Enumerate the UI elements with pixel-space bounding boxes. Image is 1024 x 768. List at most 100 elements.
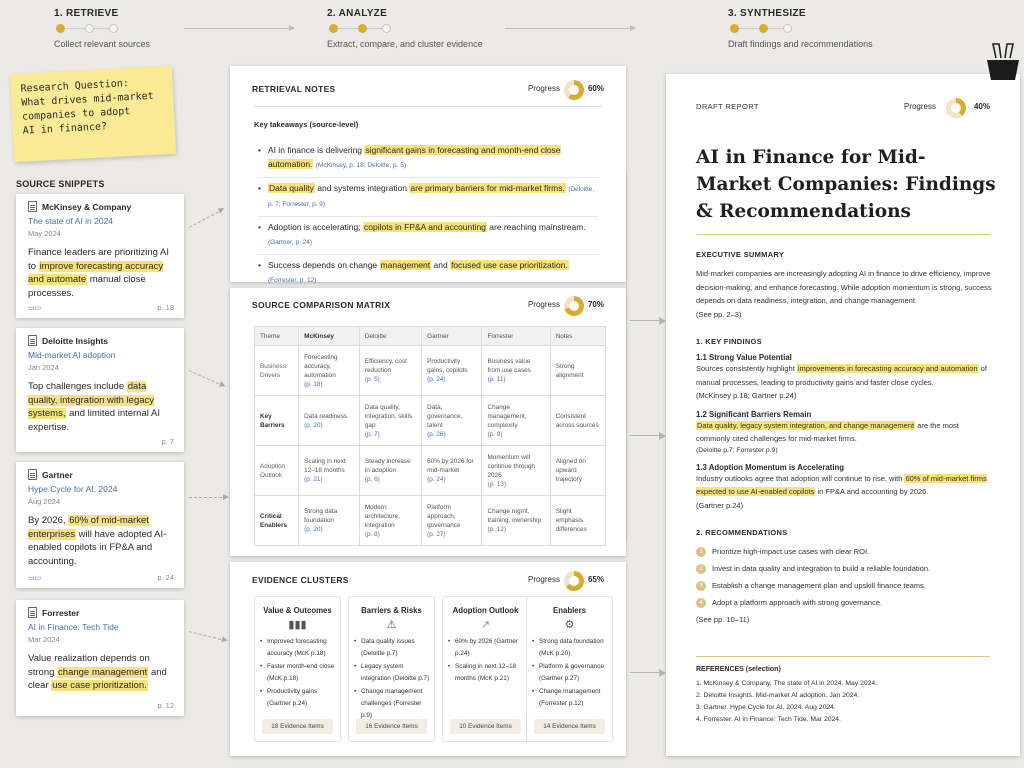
highlight: change management <box>57 666 149 678</box>
step-dot-filled <box>730 24 739 33</box>
snippet-card-gartner[interactable]: Gartner Hype Cycle for AI, 2024 Aug 2024… <box>16 462 184 588</box>
step-arrow <box>184 25 295 31</box>
snippet-source: Gartner <box>42 469 73 480</box>
list-item: Platform & governance (Gartner p.27) <box>532 661 608 685</box>
report-title: AI in Finance for Mid-Market Companies: … <box>696 147 996 222</box>
column-header: Theme <box>253 326 300 346</box>
snippet-title[interactable]: Mid-market AI adoption <box>28 350 175 360</box>
snippet-date: Aug 2024 <box>28 497 61 506</box>
divider <box>696 656 990 657</box>
cluster-title: Barriers & Risks <box>361 606 422 615</box>
table-row: Adoption Outlook Scaling in next 12–18 m… <box>253 445 607 496</box>
list-item: 3 Establish a change management plan and … <box>696 577 994 594</box>
snippet-card-deloitte[interactable]: Deloitte Insights Mid-market AI adoption… <box>16 328 184 452</box>
reference-item: 1. McKinsey & Company. The state of AI i… <box>696 680 878 687</box>
step-title: 2. ANALYZE <box>327 8 388 19</box>
retrieval-notes-panel: RETRIEVAL NOTES Progress 60% Key takeawa… <box>230 66 626 284</box>
dashed-arrow <box>188 631 226 642</box>
step-title: 1. RETRIEVE <box>54 8 119 19</box>
cluster-title: Adoption Outlook <box>452 606 519 615</box>
step-desc: Extract, compare, and cluster evidence <box>327 39 483 49</box>
reference-item: 3. Gartner. Hype Cycle for AI, 2024. Aug… <box>696 704 836 711</box>
finding-text: Sources consistently highlight improveme… <box>696 364 987 387</box>
cluster-barriers-risks[interactable]: Barriers & Risks ⚠ Data quality issues (… <box>348 596 435 742</box>
cluster-enablers[interactable]: Enablers ⚙ Strong data foundation (McK p… <box>526 596 613 742</box>
snippet-text: By 2026, 60% of mid-market enterprises w… <box>28 515 167 567</box>
progress-value: 70% <box>587 300 604 309</box>
number-badge: 3 <box>696 581 706 592</box>
comparison-table: Theme McKinsey Deloitte Gartner Forreste… <box>253 326 607 546</box>
snippet-page: p. 24 <box>157 573 174 582</box>
snippet-title[interactable]: Hype Cycle for AI, 2024 <box>28 484 175 494</box>
list-item: Data quality and systems integration are… <box>258 178 598 217</box>
table-cell: Data quality, integration, skills gap (p.… <box>358 395 423 446</box>
note-cell: Aligned on upward trajectory <box>549 445 607 496</box>
step-desc: Collect relevant sources <box>54 39 151 49</box>
cluster-value-outcomes[interactable]: Value & Outcomes ▮▮▮ Improved forecastin… <box>254 596 341 742</box>
list-item: 1 Prioritize high-impact use cases with c… <box>696 543 994 560</box>
page-reference-link[interactable]: (See pp. 10–11) <box>696 613 994 627</box>
reference-item: 2. Deloitte Insights. Mid-market AI adop… <box>696 692 860 699</box>
key-takeaways-label: Key takeaways (source-level) <box>254 120 359 129</box>
finding-title: 1.3 Adoption Momentum is Accelerating <box>696 462 845 472</box>
list-item: Improved forecasting accuracy (McK p.18) <box>260 636 336 660</box>
document-icon <box>28 607 37 618</box>
snippet-source: Deloitte Insights <box>42 335 109 346</box>
progress-value: 60% <box>587 84 604 93</box>
progress-donut <box>564 571 584 591</box>
column-header: Gartner <box>421 326 483 346</box>
step-retrieve: 1. RETRIEVE Collect relevant sources <box>54 8 150 49</box>
report-kind: DRAFT REPORT <box>696 102 759 111</box>
connector-line <box>626 172 627 542</box>
dashed-arrow <box>189 493 229 500</box>
list-item: Productivity gains (Gartner p.24) <box>260 686 336 710</box>
summary-text: Mid-market companies are increasingly ad… <box>696 269 992 305</box>
step-desc: Draft findings and recommendations <box>728 39 873 49</box>
snippet-page: p. 12 <box>157 701 174 710</box>
cluster-adoption-outlook[interactable]: Adoption Outlook ↗ 60% by 2026 (Gartner … <box>442 596 529 742</box>
snippet-text: Finance leaders are prioritizing AI to i… <box>28 247 169 299</box>
progress-label: Progress <box>527 300 560 309</box>
evidence-clusters-panel: EVIDENCE CLUSTERS Progress 65% Value & O… <box>230 562 626 756</box>
dashed-arrow <box>189 209 224 228</box>
note-cell: Slight emphasis differences <box>549 495 607 546</box>
finding-title: 1.1 Strong Value Potential <box>696 353 792 362</box>
bar-chart-icon: ▮▮▮ <box>288 619 307 631</box>
comparison-matrix-panel: SOURCE COMPARISON MATRIX Progress 70% Th… <box>230 288 626 556</box>
step-dot-filled <box>759 24 768 33</box>
progress-donut <box>564 296 584 316</box>
snippet-source: McKinsey & Company <box>42 201 132 212</box>
cluster-title: Value & Outcomes <box>263 606 332 615</box>
snippet-card-mckinsey[interactable]: McKinsey & Company The state of AI in 20… <box>16 194 184 318</box>
note-cell: Strong alignment <box>549 345 607 396</box>
table-header-row: Theme McKinsey Deloitte Gartner Forreste… <box>253 326 607 346</box>
snippet-page: p. 7 <box>161 437 174 446</box>
citation-link[interactable]: (Gartner p.24) <box>696 499 994 513</box>
list-item: Legacy system integration (Deloitte p.7) <box>354 661 430 685</box>
list-item: AI in finance is delivering significant … <box>258 140 598 178</box>
table-cell: Momentum will continue through 2026 (p. 1… <box>481 445 551 496</box>
snippet-title[interactable]: AI in Finance: Tech Tide <box>28 622 175 632</box>
progress-label: Progress <box>903 102 936 111</box>
list-item: Change management (Forrester p.12) <box>532 686 608 710</box>
selection-marker-icon: ▭▭ <box>28 305 42 312</box>
trend-up-icon: ↗ <box>480 619 491 631</box>
selection-marker-icon: ▭▭ <box>28 575 42 582</box>
evidence-count-badge: 14 Evidence Items <box>534 719 605 734</box>
table-cell: Strong data foundation (p. 20) <box>298 495 360 546</box>
citation-link[interactable]: (Deloitte p.7; Forrester p.9) <box>696 446 994 456</box>
table-cell: 60% by 2026 for mid-market (p. 24) <box>421 445 483 496</box>
table-cell: Efficiency, cost reduction (p. 5) <box>358 345 423 396</box>
snippet-title[interactable]: The state of AI in 2024 <box>28 216 175 226</box>
citation-link[interactable]: (McKinsey p.18; Gartner p.24) <box>696 389 994 403</box>
theme-cell: Business Drivers <box>253 345 300 396</box>
table-row: Key Barriers Data readiness (p. 20) Data … <box>253 395 607 446</box>
flow-arrow <box>630 667 666 678</box>
step-dot-empty <box>382 24 391 33</box>
table-cell: Scaling in next 12–18 months (p. 21) <box>298 445 360 496</box>
snippet-card-forrester[interactable]: Forrester AI in Finance: Tech Tide Mar 2… <box>16 600 184 716</box>
binder-clip-icon <box>987 43 1019 80</box>
takeaways-list: AI in finance is delivering significant … <box>258 140 598 292</box>
page-reference-link[interactable]: (See pp. 2–3) <box>696 308 994 322</box>
evidence-count-badge: 10 Evidence Items <box>450 719 521 734</box>
